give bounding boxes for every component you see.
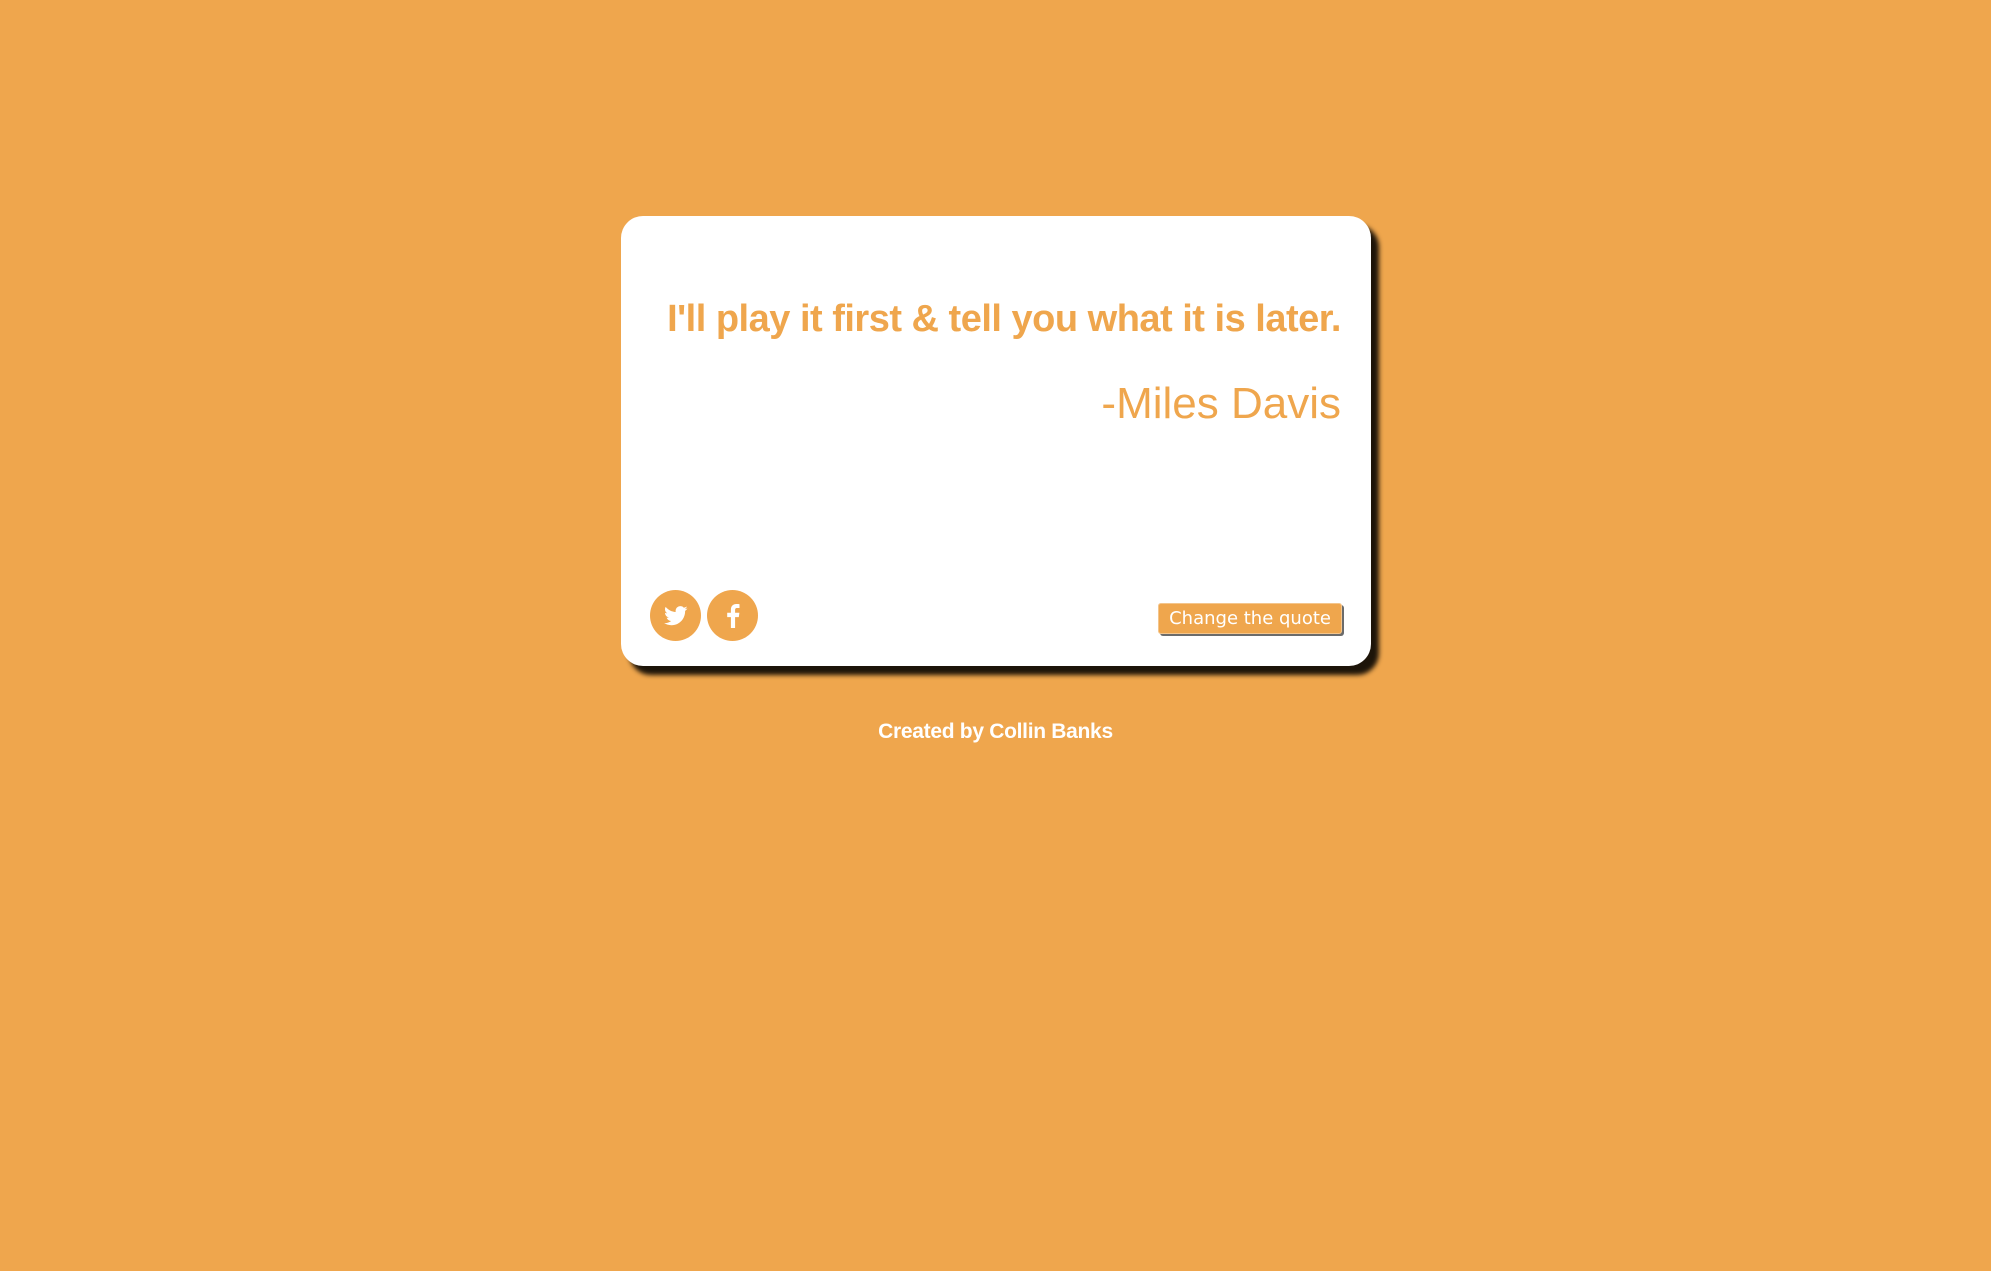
quote-author: -Miles Davis [1101, 379, 1341, 428]
quote-text: I'll play it first & tell you what it is… [667, 298, 1341, 340]
quote-page: I'll play it first & tell you what it is… [0, 0, 1991, 1271]
twitter-icon [663, 605, 688, 625]
tweet-button[interactable] [650, 590, 701, 641]
change-quote-button[interactable]: Change the quote [1158, 603, 1342, 634]
facebook-icon [726, 603, 739, 628]
quote-card: I'll play it first & tell you what it is… [621, 216, 1371, 666]
social-share-buttons [650, 590, 758, 641]
footer-credit: Created by Collin Banks [878, 720, 1113, 743]
facebook-share-button[interactable] [707, 590, 758, 641]
